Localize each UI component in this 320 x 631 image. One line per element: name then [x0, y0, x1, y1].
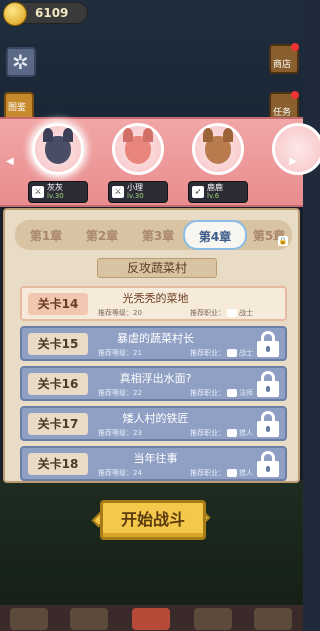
- bottom-nav-slot[interactable]: [254, 608, 292, 630]
- sword-icon: ⚔: [32, 186, 44, 198]
- lock-icon: [257, 331, 279, 357]
- notification-dot: [291, 91, 299, 99]
- bottom-nav-slot[interactable]: [70, 608, 108, 630]
- region-title: 反攻蔬菜村: [97, 258, 217, 278]
- level-row-18[interactable]: 关卡18 当年往事 推荐等级：24 推荐职业： 猎人: [20, 446, 287, 481]
- hero-namebar: ⚔ 灰灰 lv.30: [28, 181, 88, 203]
- level-name: 光秃秃的菜地: [122, 292, 189, 305]
- staff-icon: [227, 389, 237, 397]
- hero-card-1[interactable]: ⚔ 灰灰 lv.30: [28, 123, 88, 203]
- level-row-16[interactable]: 关卡16 真相浮出水面? 推荐等级：22 推荐职业： 法师: [20, 366, 287, 401]
- level-row-14[interactable]: 关卡14 光秃秃的菜地 推荐等级：20 推荐职业： 战士: [20, 286, 287, 321]
- tab-chapter-4[interactable]: 第4章: [183, 220, 247, 250]
- level-row-15[interactable]: 关卡15 暴虐的蔬菜村长 推荐等级：21 推荐职业： 战士: [20, 326, 287, 361]
- settings-gear-button[interactable]: [6, 47, 36, 77]
- tab-chapter-3[interactable]: 第3章: [133, 227, 183, 244]
- hero-namebar: ⚔ 小理 lv.30: [108, 181, 168, 203]
- shop-button[interactable]: 商店: [269, 43, 299, 74]
- scroll-right-arrow-icon[interactable]: ▶: [289, 156, 297, 167]
- wolf-avatar-icon: [43, 128, 73, 164]
- level-name: 矮人村的铁匠: [122, 412, 189, 425]
- recommended-class: 推荐职业： 战士: [190, 349, 253, 357]
- bottom-nav-slot[interactable]: [194, 608, 232, 630]
- hero-card-3[interactable]: ➶ 鹿鹿 lv.6: [188, 123, 248, 203]
- recommended-class: 推荐职业： 法师: [190, 389, 253, 397]
- hero-level: lv.30: [127, 192, 144, 200]
- level-name: 暴虐的蔬菜村长: [117, 332, 194, 345]
- lock-icon: 🔒: [278, 236, 288, 246]
- sword-icon: ⚔: [112, 186, 124, 198]
- recommended-class: 推荐职业： 战士: [190, 309, 253, 317]
- level-row-17[interactable]: 关卡17 矮人村的铁匠 推荐等级：23 推荐职业： 猎人: [20, 406, 287, 441]
- hero-portrait: [192, 123, 244, 175]
- recommended-class: 推荐职业： 猎人: [190, 469, 253, 477]
- recommended-level: 推荐等级：21: [98, 349, 142, 357]
- coin-amount: 6109: [35, 6, 69, 20]
- sword-icon: [227, 349, 237, 357]
- chapter-tabs: 第1章 第2章 第3章 第4章 第5章 🔒: [15, 220, 292, 250]
- recommended-level: 推荐等级：20: [98, 309, 142, 317]
- bottom-nav-slot-active[interactable]: [132, 608, 170, 630]
- recommended-level: 推荐等级：23: [98, 429, 142, 437]
- chapter-panel: 第1章 第2章 第3章 第4章 第5章 🔒 反攻蔬菜村 关卡14 光秃秃的菜地 …: [3, 208, 300, 483]
- lock-icon: [257, 411, 279, 437]
- level-name: 真相浮出水面?: [119, 372, 192, 385]
- coin-counter: 6109: [3, 2, 88, 26]
- level-name: 当年往事: [133, 452, 178, 465]
- start-battle-button[interactable]: 开始战斗: [100, 500, 206, 540]
- shop-label: 商店: [273, 60, 292, 70]
- hero-level: lv.6: [207, 192, 220, 200]
- hero-level: lv.30: [47, 192, 64, 200]
- sword-icon: [227, 309, 237, 317]
- lock-icon: [257, 451, 279, 477]
- hero-portrait: [32, 123, 84, 175]
- coin-icon: [3, 2, 27, 26]
- scroll-left-arrow-icon[interactable]: ◀: [6, 156, 14, 167]
- bow-icon: [227, 429, 237, 437]
- hero-portrait: [272, 123, 320, 175]
- start-battle-label: 开始战斗: [120, 510, 185, 529]
- notification-dot: [291, 43, 299, 51]
- hero-selector: ⚔ 灰灰 lv.30 ⚔ 小理 lv.30 ➶ 鹿鹿 lv.6: [0, 117, 320, 207]
- tab-chapter-1[interactable]: 第1章: [21, 227, 71, 244]
- codex-label: 图鉴: [8, 103, 27, 113]
- bow-icon: ➶: [192, 186, 204, 198]
- recommended-level: 推荐等级：22: [98, 389, 142, 397]
- recommended-level: 推荐等级：24: [98, 469, 142, 477]
- hero-namebar: ➶ 鹿鹿 lv.6: [188, 181, 248, 203]
- bottom-nav-slot[interactable]: [10, 608, 48, 630]
- deer-avatar-icon: [203, 128, 233, 164]
- tab-chapter-2[interactable]: 第2章: [77, 227, 127, 244]
- lock-icon: [257, 371, 279, 397]
- recommended-class: 推荐职业： 猎人: [190, 429, 253, 437]
- hero-card-2[interactable]: ⚔ 小理 lv.30: [108, 123, 168, 203]
- bow-icon: [227, 469, 237, 477]
- hero-portrait: [112, 123, 164, 175]
- kangaroo-avatar-icon: [123, 128, 153, 164]
